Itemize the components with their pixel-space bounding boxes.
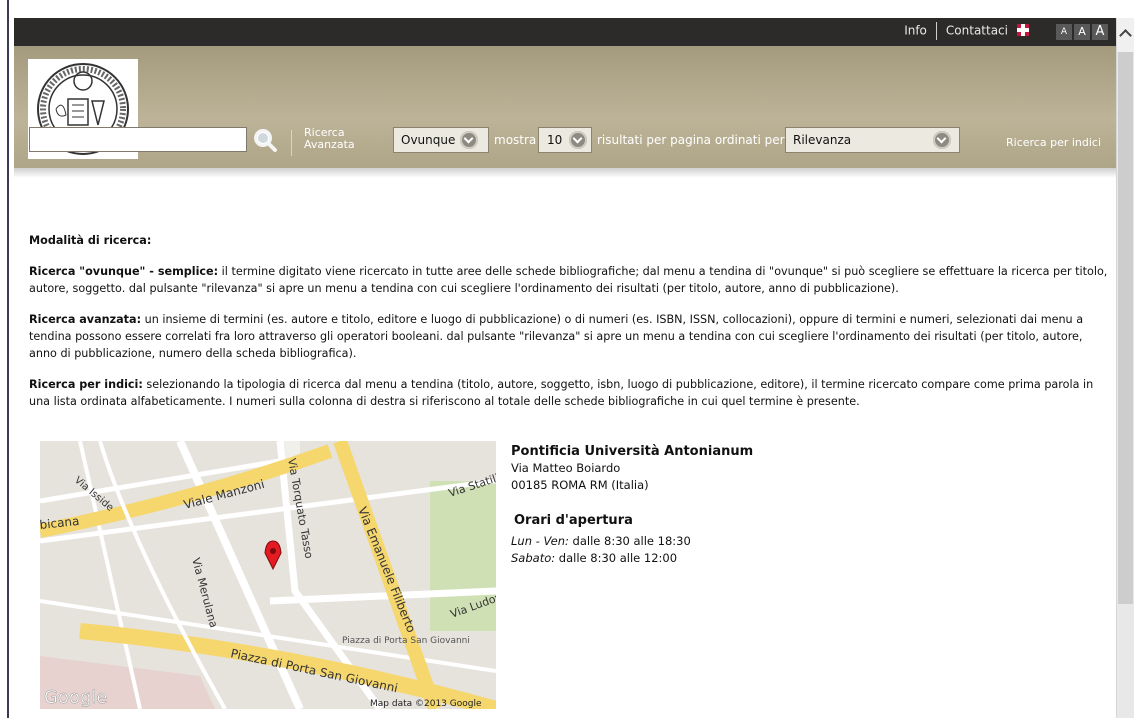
weekday-hours: Lun - Ven: dalle 8:30 alle 18:30 bbox=[511, 534, 691, 548]
header-shadow bbox=[14, 168, 1117, 178]
scope-select[interactable]: Ovunque bbox=[393, 127, 489, 153]
header-separator bbox=[291, 130, 292, 156]
address-city: 00185 ROMA RM (Italia) bbox=[511, 478, 649, 492]
contact-link[interactable]: Contattaci bbox=[946, 24, 1008, 38]
sort-select[interactable]: Rilevanza bbox=[785, 127, 960, 153]
scrollbar-thumb[interactable] bbox=[1118, 52, 1133, 604]
help-section-indici: Ricerca per indici: selezionando la tipo… bbox=[29, 378, 1094, 408]
map-label-piazza-porta: Piazza di Porta San Giovanni bbox=[342, 636, 470, 646]
address-block: Pontificia Università Antonianum Via Mat… bbox=[511, 443, 753, 567]
advanced-search-link[interactable]: Ricerca Avanzata bbox=[304, 127, 364, 151]
font-size-medium-button[interactable]: A bbox=[1074, 24, 1090, 40]
chevron-down-icon bbox=[933, 131, 951, 149]
ricerca-per-indici-link[interactable]: Ricerca per indici bbox=[1006, 136, 1101, 149]
font-size-small-button[interactable]: A bbox=[1056, 24, 1072, 40]
location-map[interactable]: Viale Manzoni Via Torquato Tasso Via Ema… bbox=[40, 441, 496, 709]
search-help-content: Modalità di ricerca: Ricerca "ovunque" -… bbox=[29, 232, 1109, 424]
saturday-hours: Sabato: dalle 8:30 alle 12:00 bbox=[511, 551, 678, 565]
opening-hours-title: Orari d'apertura bbox=[514, 513, 633, 528]
search-button[interactable] bbox=[252, 127, 282, 154]
help-section-ovunque: Ricerca "ovunque" - semplice: il termine… bbox=[29, 265, 1108, 295]
window-left-border bbox=[0, 0, 14, 718]
top-bar: Info Contattaci A A A bbox=[14, 18, 1117, 46]
help-heading: Modalità di ricerca: bbox=[29, 234, 152, 247]
english-flag-icon[interactable] bbox=[1017, 24, 1029, 36]
mostra-label: mostra bbox=[494, 133, 537, 147]
results-per-page-text: risultati per pagina ordinati per bbox=[597, 133, 785, 147]
help-section-avanzata: Ricerca avanzata: un insieme di termini … bbox=[29, 313, 1084, 360]
search-input[interactable] bbox=[29, 127, 247, 152]
magnifier-icon bbox=[254, 129, 277, 152]
info-link[interactable]: Info bbox=[904, 24, 927, 38]
results-per-page-select[interactable]: 10 bbox=[538, 127, 592, 153]
institution-name: Pontificia Università Antonianum bbox=[511, 444, 754, 459]
chevron-down-icon bbox=[460, 131, 478, 149]
scroll-up-arrow-icon[interactable] bbox=[1117, 18, 1134, 52]
google-watermark: Google bbox=[44, 687, 107, 708]
map-credit: Map data ©2013 Google bbox=[370, 699, 482, 709]
chevron-down-icon bbox=[569, 131, 587, 149]
top-links: Info Contattaci bbox=[904, 22, 1008, 40]
font-size-large-button[interactable]: A bbox=[1092, 24, 1108, 40]
address-street: Via Matteo Boiardo bbox=[511, 461, 621, 475]
